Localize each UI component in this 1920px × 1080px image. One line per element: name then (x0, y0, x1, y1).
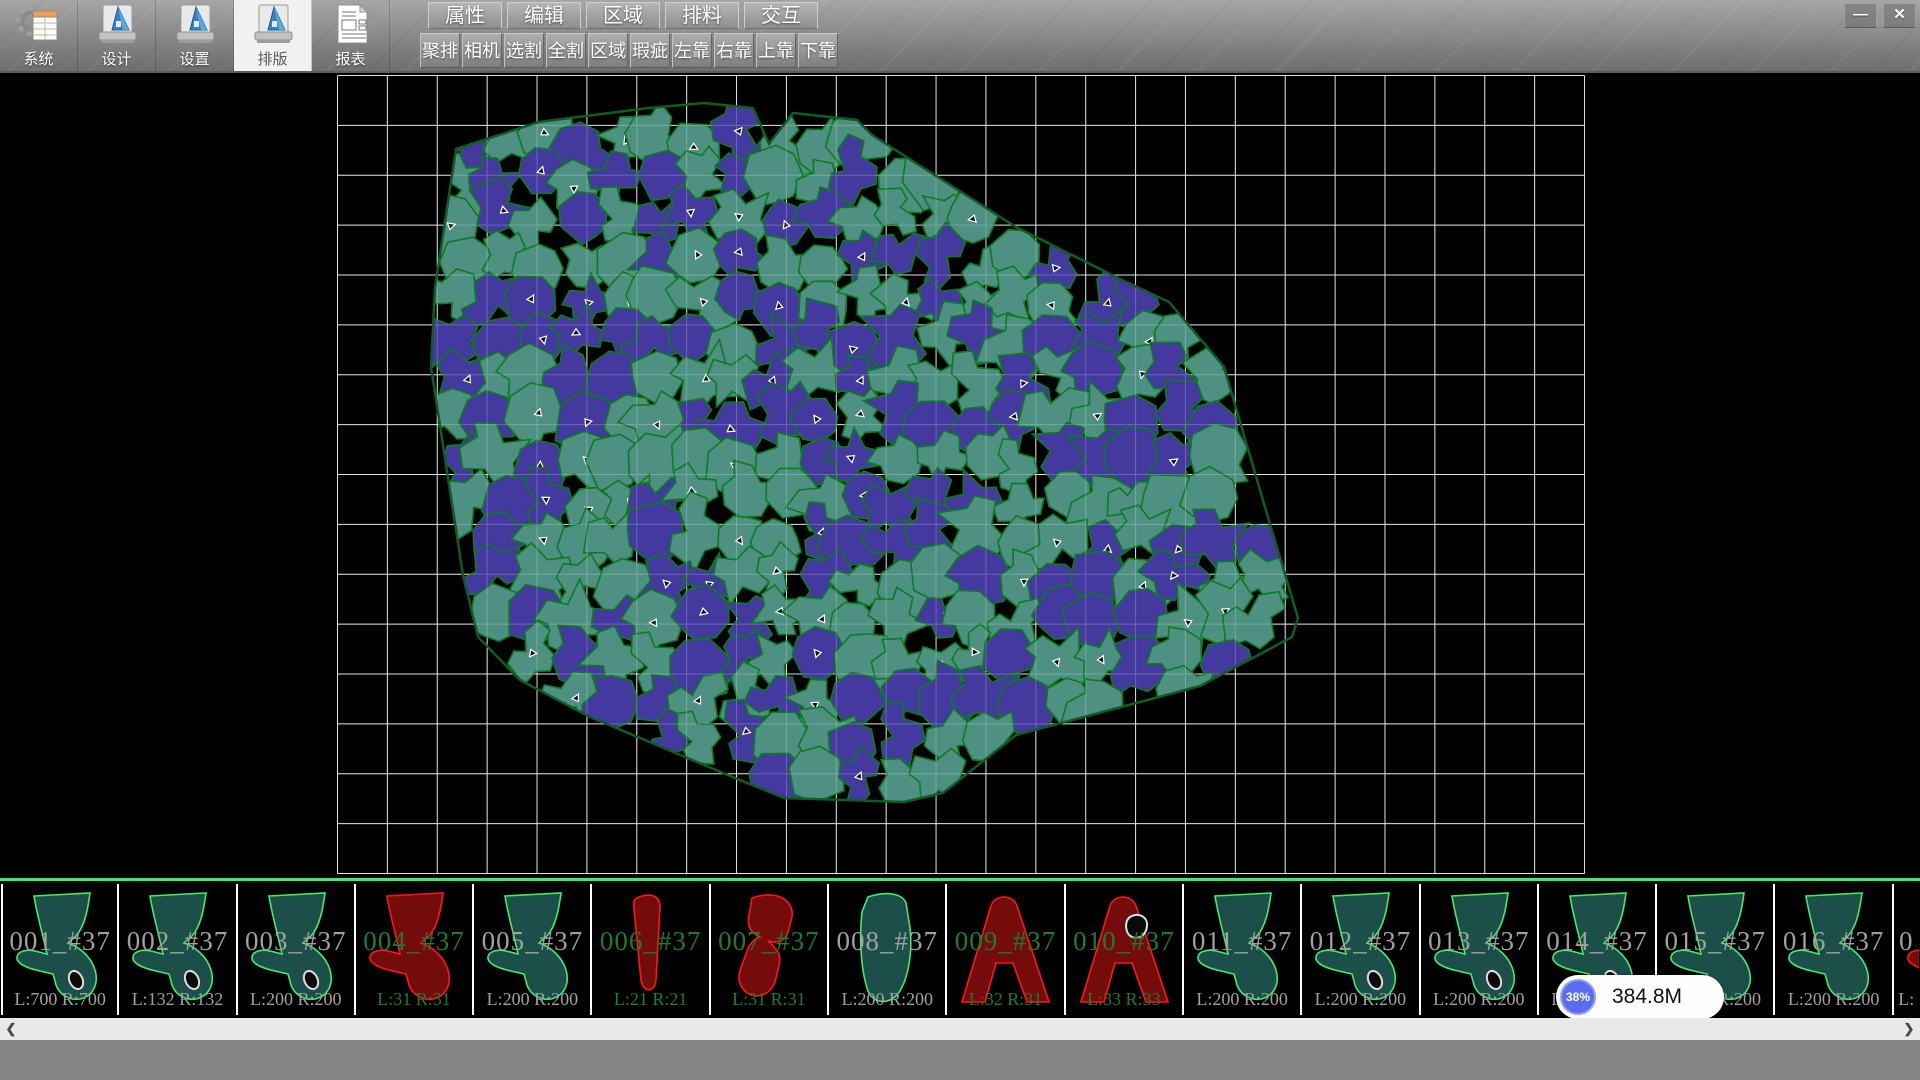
piece-lr-label: L:200 R:200 (1302, 989, 1418, 1010)
scroll-left-arrow-icon[interactable]: ❮ (0, 1018, 22, 1040)
piece-thumbnail-012_#37[interactable]: 012_#37 L:200 R:200 (1302, 884, 1420, 1015)
menu-tab-3[interactable]: 排料 (665, 2, 739, 29)
nested-pieces-layer (416, 93, 1294, 811)
tool-button-7[interactable]: 右靠 (714, 33, 754, 68)
piece-lr-label: L:200 R:200 (474, 989, 590, 1010)
tool-button-9[interactable]: 下靠 (798, 33, 838, 68)
minimize-button[interactable]: — (1844, 3, 1877, 28)
piece-thumbnail-007_#37[interactable]: 007_#37 L:31 R:31 (711, 884, 829, 1015)
horizontal-scrollbar[interactable]: ❮ ❯ (0, 1018, 1920, 1040)
piece-lr-label: L:31 R:31 (356, 989, 472, 1010)
piece-lr-label: L:200 R:200 (1775, 989, 1891, 1010)
piece-thumbnail-008_#37[interactable]: 008_#37 L:200 R:200 (829, 884, 947, 1015)
report-doc-icon (328, 3, 374, 45)
piece-thumbnail-010_#37[interactable]: 010_#37 L:33 R:33 (1066, 884, 1184, 1015)
strip-top-line (0, 878, 1920, 881)
piece-thumbnail-005_#37[interactable]: 005_#37 L:200 R:200 (474, 884, 592, 1015)
close-button[interactable]: ✕ (1883, 3, 1916, 28)
tool-button-4[interactable]: 区域 (588, 33, 628, 68)
piece-name-label: 014_#37 (1539, 926, 1655, 957)
progress-percent-badge: 38% (1560, 979, 1596, 1015)
piece-name-label: 006_#37 (592, 926, 708, 957)
piece-lr-label: L:200 R:200 (238, 989, 354, 1010)
main-button-label: 设计 (101, 48, 131, 69)
piece-thumbnail-006_#37[interactable]: 006_#37 L:21 R:21 (592, 884, 710, 1015)
piece-name-label: 011_#37 (1184, 926, 1300, 957)
tool-button-0[interactable]: 聚排 (420, 33, 460, 68)
status-bar (0, 1040, 1920, 1080)
piece-name-label: 001_#37 (3, 926, 117, 957)
main-button-label: 排版 (257, 48, 287, 69)
toolbar: 系统 设计 设置 排版 报表 属性编辑区域排料交互 聚排相机选割全割区域瑕疵左靠… (0, 0, 1920, 73)
nesting-app-window: 系统 设计 设置 排版 报表 属性编辑区域排料交互 聚排相机选割全割区域瑕疵左靠… (0, 0, 1920, 1080)
piece-name-label: 008_#37 (829, 926, 945, 957)
tool-button-6[interactable]: 左靠 (672, 33, 712, 68)
piece-name-label: 010_#37 (1066, 926, 1182, 957)
piece-lr-label: L:33 R:33 (1066, 989, 1182, 1010)
piece-name-label: 012_#37 (1302, 926, 1418, 957)
piece-thumbnail-002_#37[interactable]: 002_#37 L:132 R:132 (119, 884, 237, 1015)
window-controls: — ✕ (1844, 3, 1916, 28)
piece-name-label: 004_#37 (356, 926, 472, 957)
piece-thumbnail-partial[interactable]: 0 L: (1894, 884, 1919, 1015)
canvas-svg (0, 73, 1920, 878)
tool-button-1[interactable]: 相机 (462, 33, 502, 68)
tool-button-3[interactable]: 全割 (546, 33, 586, 68)
menu-tab-0[interactable]: 属性 (428, 2, 502, 29)
piece-lr-label: L:21 R:21 (592, 989, 708, 1010)
menu-tab-4[interactable]: 交互 (744, 2, 818, 29)
piece-thumbnail-003_#37[interactable]: 003_#37 L:200 R:200 (238, 884, 356, 1015)
piece-thumbnail-013_#37[interactable]: 013_#37 L:200 R:200 (1421, 884, 1539, 1015)
piece-lr-label: L:31 R:31 (711, 989, 827, 1010)
piece-name-label: 009_#37 (947, 926, 1063, 957)
piece-lr-label: L: (1894, 989, 1919, 1010)
main-button-label: 设置 (179, 48, 209, 69)
progress-indicator: 38% 384.8M (1556, 975, 1724, 1019)
piece-thumbnail-011_#37[interactable]: 011_#37 L:200 R:200 (1184, 884, 1302, 1015)
piece-name-label: 003_#37 (238, 926, 354, 957)
main-button-0[interactable]: 系统 (0, 0, 78, 71)
menu-tab-2[interactable]: 区域 (586, 2, 660, 29)
tool-button-5[interactable]: 瑕疵 (630, 33, 670, 68)
ruler-laptop-icon (250, 3, 296, 45)
ruler-laptop-icon (172, 3, 218, 45)
piece-lr-label: L:32 R:31 (947, 989, 1063, 1010)
gear-table-icon (16, 3, 62, 45)
piece-name-label: 0 (1894, 926, 1919, 957)
nesting-canvas[interactable] (0, 73, 1920, 878)
piece-lr-label: L:132 R:132 (119, 989, 235, 1010)
tool-button-8[interactable]: 上靠 (756, 33, 796, 68)
piece-lr-label: L:200 R:200 (1184, 989, 1300, 1010)
piece-name-label: 007_#37 (711, 926, 827, 957)
scroll-right-arrow-icon[interactable]: ❯ (1898, 1018, 1920, 1040)
piece-name-label: 002_#37 (119, 926, 235, 957)
piece-name-label: 015_#37 (1657, 926, 1773, 957)
menu-tab-bar: 属性编辑区域排料交互 (428, 2, 823, 29)
tool-button-2[interactable]: 选割 (504, 33, 544, 68)
piece-lr-label: L:700 R:700 (3, 989, 117, 1010)
main-button-3[interactable]: 排版 (234, 0, 312, 71)
piece-thumbnail-009_#37[interactable]: 009_#37 L:32 R:31 (947, 884, 1065, 1015)
ruler-laptop-icon (94, 3, 140, 45)
piece-name-label: 005_#37 (474, 926, 590, 957)
piece-lr-label: L:200 R:200 (1421, 989, 1537, 1010)
main-button-label: 报表 (335, 48, 365, 69)
main-button-1[interactable]: 设计 (78, 0, 156, 71)
menu-tab-1[interactable]: 编辑 (507, 2, 581, 29)
memory-label: 384.8M (1612, 975, 1682, 1019)
piece-thumbnail-004_#37[interactable]: 004_#37 L:31 R:31 (356, 884, 474, 1015)
tool-button-bar: 聚排相机选割全割区域瑕疵左靠右靠上靠下靠 (420, 33, 840, 68)
piece-lr-label: L:200 R:200 (829, 989, 945, 1010)
main-button-4[interactable]: 报表 (312, 0, 390, 71)
piece-name-label: 013_#37 (1421, 926, 1537, 957)
main-button-label: 系统 (23, 48, 53, 69)
main-button-bar: 系统 设计 设置 排版 报表 (0, 0, 390, 71)
piece-thumbnail-001_#37[interactable]: 001_#37 L:700 R:700 (1, 884, 119, 1015)
piece-thumbnail-016_#37[interactable]: 016_#37 L:200 R:200 (1775, 884, 1893, 1015)
piece-name-label: 016_#37 (1775, 926, 1891, 957)
main-button-2[interactable]: 设置 (156, 0, 234, 71)
